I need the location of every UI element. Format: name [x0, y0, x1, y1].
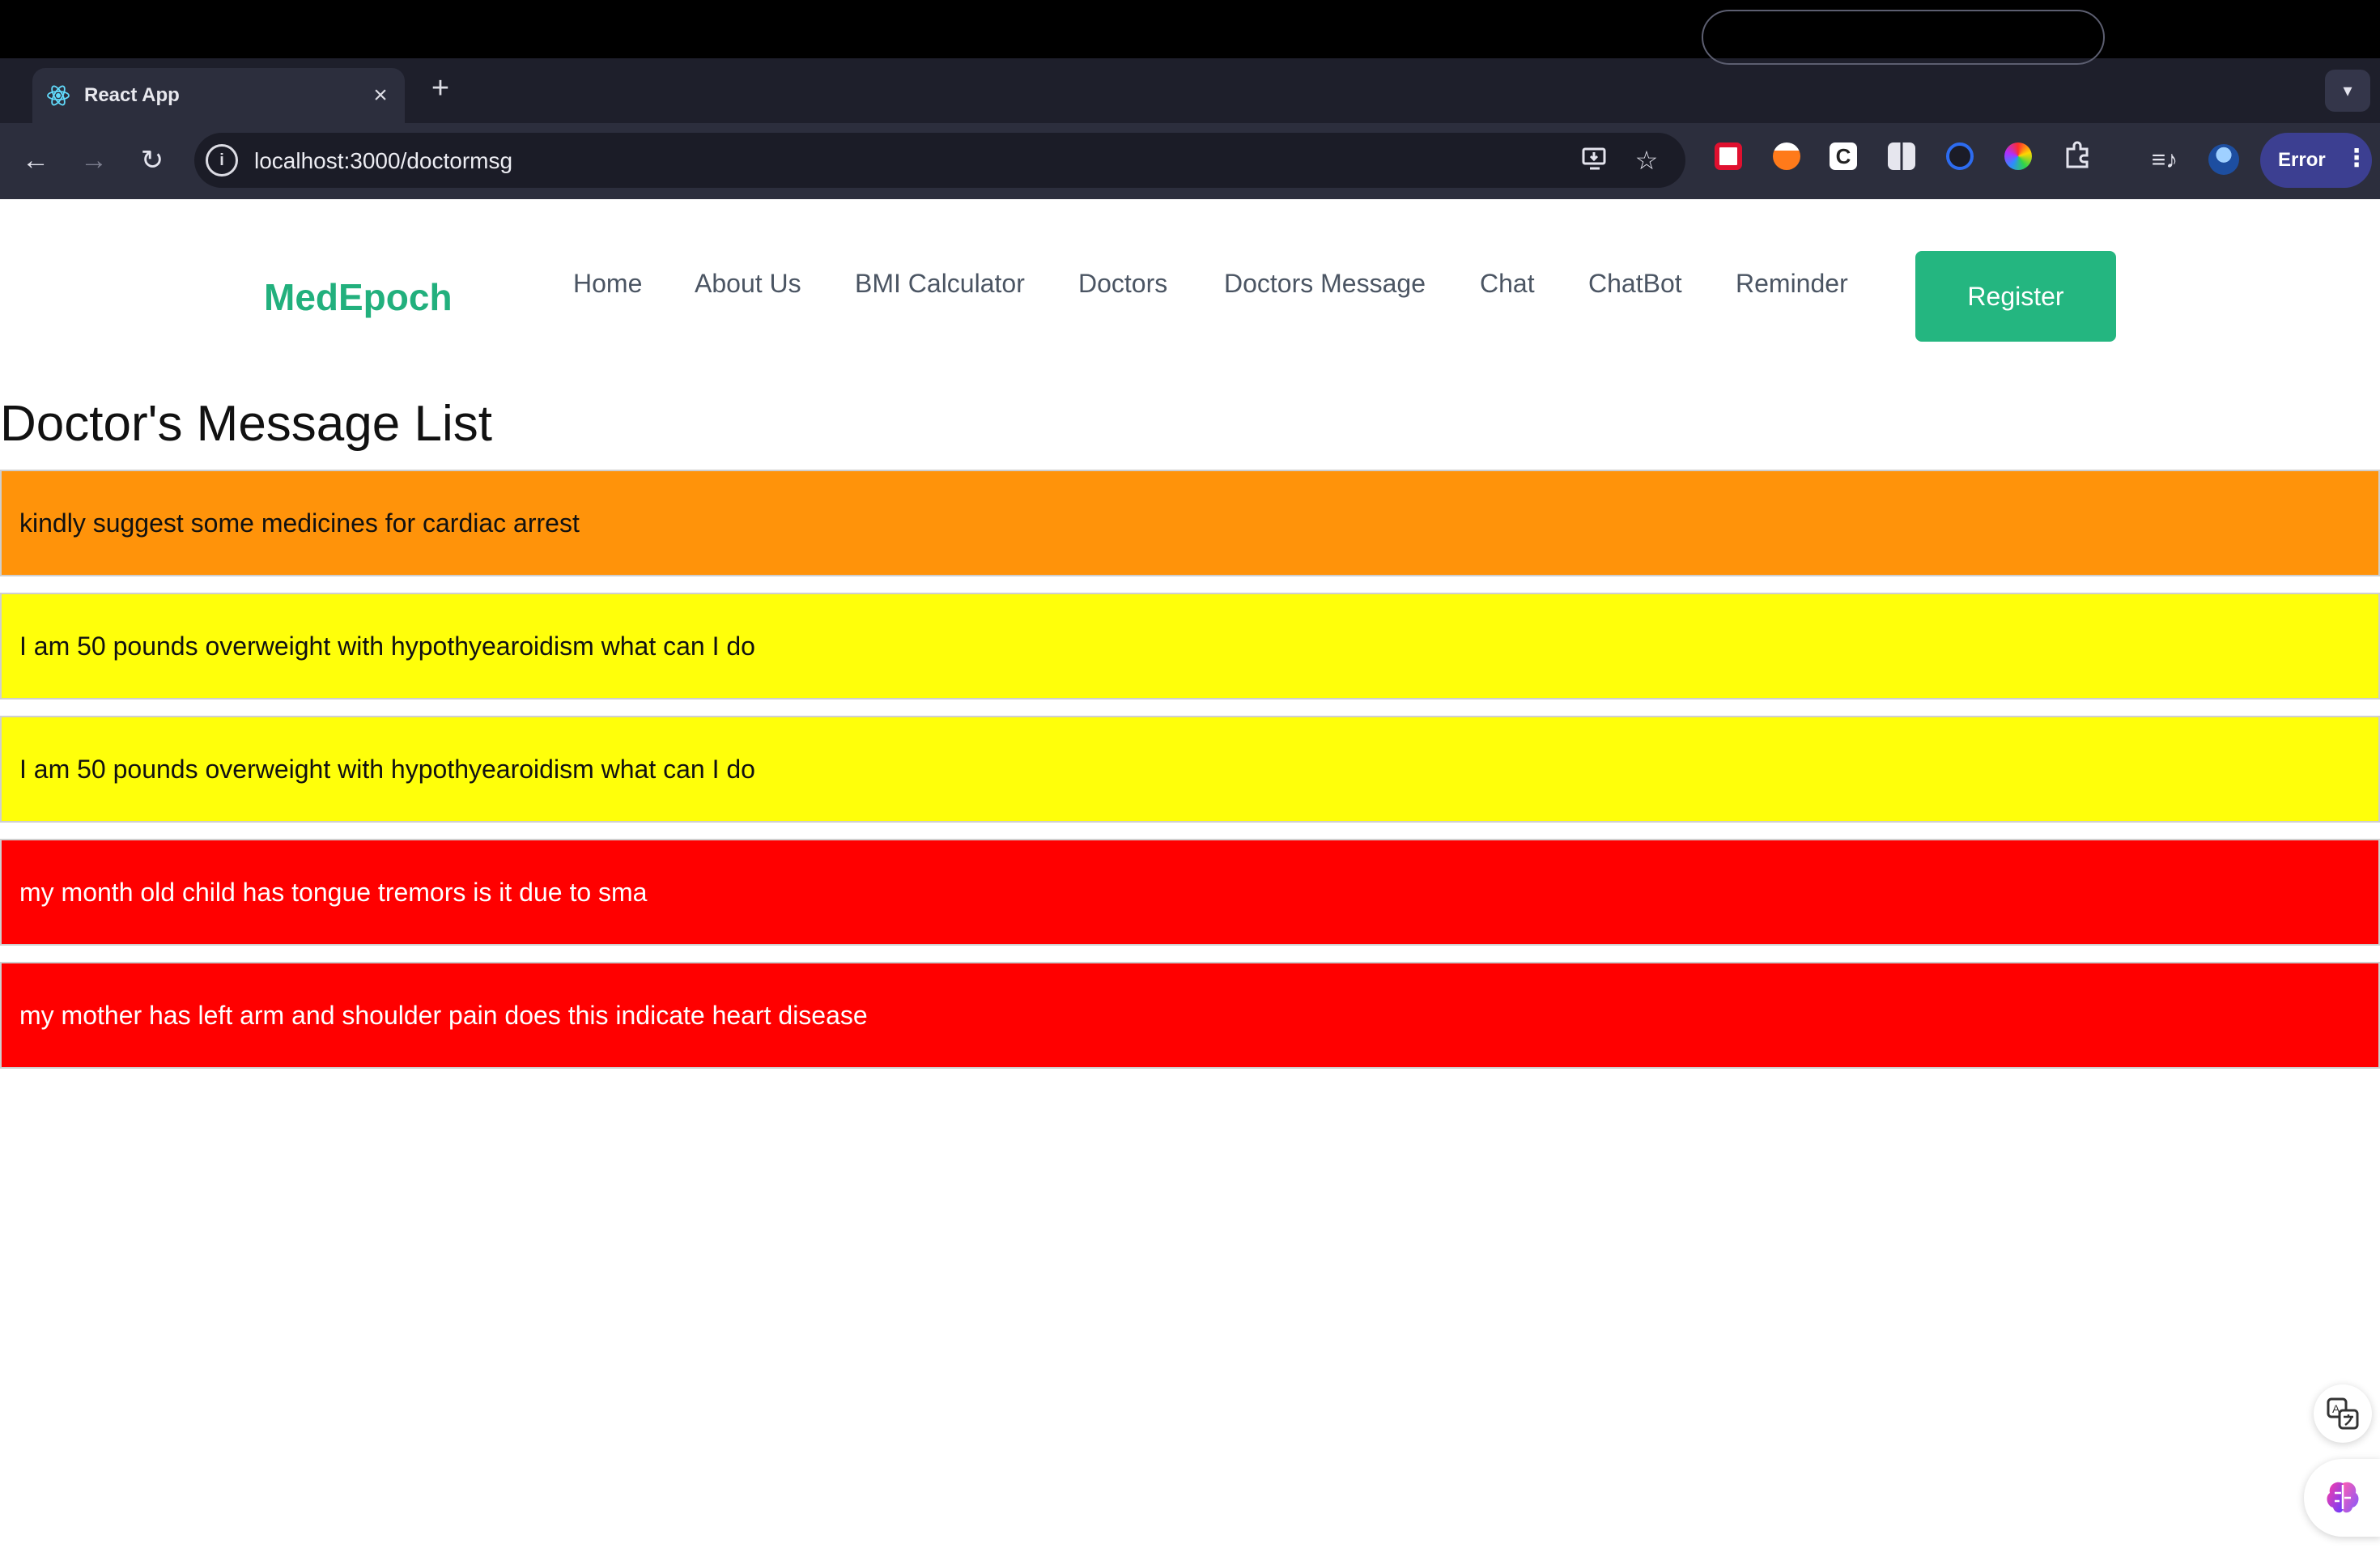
message-list: kindly suggest some medicines for cardia… — [0, 470, 2380, 1085]
extensions-group — [1702, 10, 2105, 65]
message-item: my month old child has tongue tremors is… — [0, 839, 2380, 946]
nav-reminder[interactable]: Reminder — [1736, 269, 1848, 299]
media-control-icon[interactable]: ≡♪ — [2145, 141, 2184, 180]
record-extension-icon[interactable] — [1715, 142, 1742, 170]
bookmark-star-icon[interactable]: ☆ — [1630, 144, 1663, 176]
page-content: MedEpoch Home About Us BMI Calculator Do… — [0, 199, 2380, 1548]
message-text: I am 50 pounds overweight with hypothyea… — [19, 754, 755, 784]
c-extension-icon[interactable]: C — [1830, 142, 1857, 170]
ai-brain-icon[interactable] — [2304, 1459, 2380, 1537]
site-info-icon[interactable]: i — [206, 144, 238, 176]
nav-doctors[interactable]: Doctors — [1078, 269, 1167, 299]
extensions-puzzle-icon[interactable] — [2058, 141, 2097, 180]
nav-chatbot[interactable]: ChatBot — [1588, 269, 1682, 299]
message-item: I am 50 pounds overweight with hypothyea… — [0, 593, 2380, 700]
translate-glyph: A — [2327, 1397, 2359, 1430]
forward-icon[interactable]: → — [74, 141, 113, 180]
browser-tab[interactable]: React App × — [32, 68, 405, 123]
brain-glyph — [2327, 1482, 2359, 1513]
message-item: I am 50 pounds overweight with hypothyea… — [0, 716, 2380, 823]
message-item: my mother has left arm and shoulder pain… — [0, 962, 2380, 1069]
page-title: Doctor's Message List — [0, 396, 492, 452]
reload-icon[interactable]: ↻ — [133, 141, 172, 180]
install-app-glyph — [1582, 147, 1606, 170]
message-text: I am 50 pounds overweight with hypothyea… — [19, 631, 755, 661]
color-extension-icon[interactable] — [2004, 142, 2032, 170]
site-logo[interactable]: MedEpoch — [264, 275, 453, 319]
target-extension-icon[interactable] — [1946, 142, 1974, 170]
message-item: kindly suggest some medicines for cardia… — [0, 470, 2380, 576]
dropper-extension-icon[interactable] — [1773, 142, 1800, 170]
react-logo-icon — [47, 85, 70, 106]
close-tab-icon[interactable]: × — [364, 79, 397, 112]
message-text: my mother has left arm and shoulder pain… — [19, 1000, 868, 1030]
new-tab-icon[interactable]: + — [424, 73, 457, 105]
nav-doctors-message[interactable]: Doctors Message — [1224, 269, 1426, 299]
nav-chat[interactable]: Chat — [1480, 269, 1535, 299]
nav-about-us[interactable]: About Us — [695, 269, 801, 299]
puzzle-glyph — [2066, 141, 2089, 168]
install-app-icon[interactable] — [1579, 144, 1611, 176]
kebab-menu-icon[interactable]: ⋮ — [2344, 144, 2369, 172]
chevron-down-icon[interactable]: ▾ — [2325, 70, 2370, 112]
profile-error-label: Error — [2278, 149, 2326, 171]
avatar[interactable] — [2208, 144, 2239, 175]
message-text: my month old child has tongue tremors is… — [19, 877, 648, 907]
profile-error-button[interactable]: Error ⋮ — [2260, 133, 2372, 188]
back-icon[interactable]: ← — [16, 141, 55, 180]
message-text: kindly suggest some medicines for cardia… — [19, 508, 580, 538]
tab-title: React App — [84, 84, 180, 106]
url-text[interactable]: localhost:3000/doctormsg — [254, 148, 512, 174]
register-button[interactable]: Register — [1915, 251, 2116, 342]
nav-bmi-calculator[interactable]: BMI Calculator — [855, 269, 1025, 299]
address-bar[interactable]: i localhost:3000/doctormsg ☆ — [194, 133, 1685, 188]
tab-strip: React App × + ▾ — [0, 58, 2380, 123]
translate-icon[interactable]: A — [2314, 1384, 2372, 1443]
nav-home[interactable]: Home — [573, 269, 642, 299]
reader-extension-icon[interactable] — [1888, 142, 1915, 170]
